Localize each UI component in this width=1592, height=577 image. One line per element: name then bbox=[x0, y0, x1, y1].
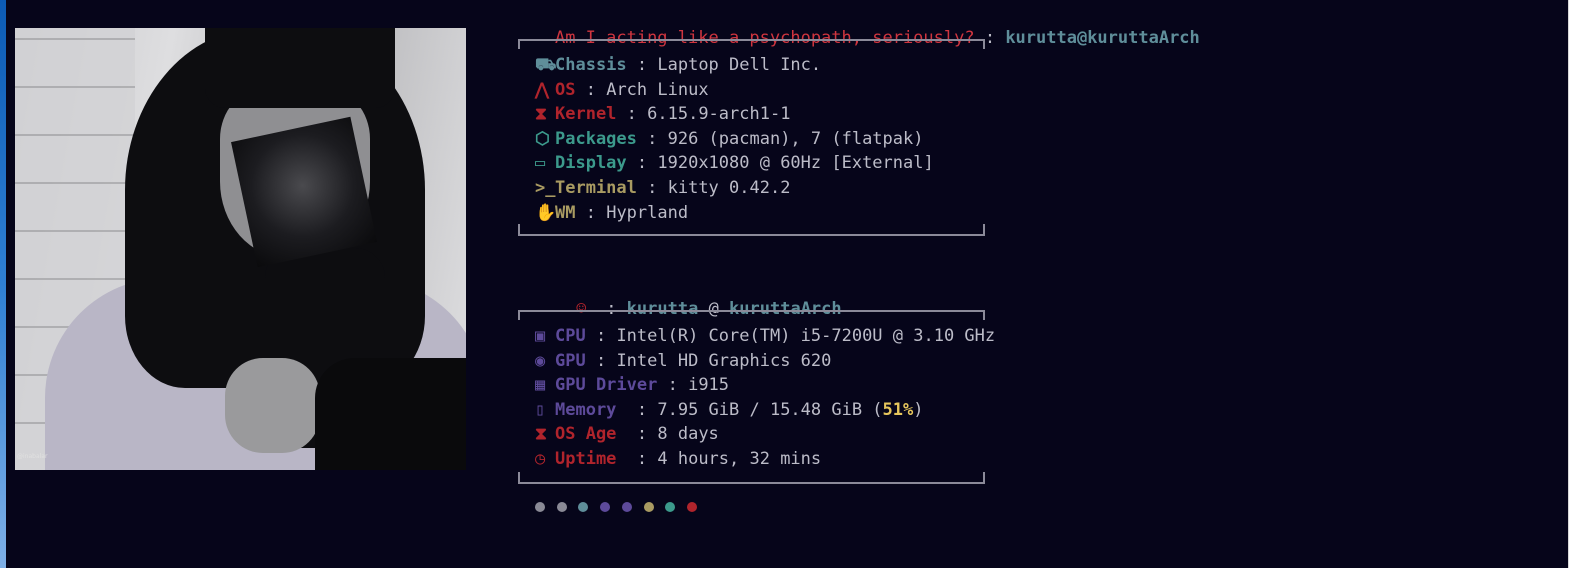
section1-row: ⧗ Kernel : 6.15.9-arch1-1 bbox=[535, 103, 790, 125]
row-label: GPU bbox=[555, 350, 586, 371]
section2-row: ▣ CPU : Intel(R) Core(TM) i5-7200U @ 3.10… bbox=[535, 325, 995, 347]
section2-row: ◷ Uptime : 4 hours, 32 mins bbox=[535, 448, 821, 470]
prompt-userhost: kurutta@kuruttaArch bbox=[1005, 28, 1200, 48]
row-separator: : bbox=[575, 79, 607, 100]
row-value: 4 hours, 32 mins bbox=[657, 449, 822, 469]
arch-logo-icon: ⋀ bbox=[535, 79, 549, 100]
hand-icon: ✋ bbox=[535, 202, 557, 223]
palette-dot bbox=[686, 502, 697, 512]
row-label: GPU Driver bbox=[555, 375, 658, 396]
row-label: Uptime bbox=[555, 449, 627, 469]
row-separator: : bbox=[657, 375, 689, 396]
palette-dot bbox=[578, 502, 589, 512]
row-separator: : bbox=[626, 424, 658, 445]
section2-row: ◉ GPU : Intel HD Graphics 620 bbox=[535, 350, 831, 372]
section1-row: >_Terminal : kitty 0.42.2 bbox=[535, 177, 790, 199]
row-separator: : bbox=[575, 202, 607, 223]
hourglass-icon: ⧗ bbox=[535, 104, 547, 125]
row-separator: : bbox=[585, 350, 617, 371]
row-label: Terminal bbox=[555, 178, 637, 198]
row-value: 8 days bbox=[657, 424, 719, 445]
row-value: 6.15.9-arch1-1 bbox=[647, 104, 791, 125]
row-label: Chassis bbox=[555, 55, 627, 75]
row-value: Laptop Dell Inc. bbox=[657, 55, 822, 75]
cpu-icon: ▣ bbox=[535, 326, 546, 346]
terminal-icon: >_ bbox=[535, 178, 556, 198]
row-separator: : bbox=[626, 399, 658, 420]
package-icon: ⬡ bbox=[535, 128, 550, 149]
row-separator: : bbox=[626, 449, 658, 469]
section1-row: ▭ Display : 1920x1080 @ 60Hz [External] bbox=[535, 152, 934, 174]
palette-dot bbox=[665, 502, 676, 512]
gamepad-icon: ◉ bbox=[535, 350, 546, 371]
monitor-icon: ▭ bbox=[535, 153, 546, 174]
section2-row: ▦ GPU Driver : i915 bbox=[535, 374, 729, 396]
box2-bottom-border bbox=[518, 482, 985, 484]
palette-dot bbox=[535, 502, 545, 512]
row-label: Memory bbox=[555, 399, 627, 420]
row-label: CPU bbox=[555, 326, 586, 346]
memory-icon: ▯ bbox=[535, 399, 546, 420]
row-label: Kernel bbox=[555, 104, 617, 125]
row-value: Intel(R) Core(TM) i5-7200U @ 3.10 GHz bbox=[616, 326, 996, 346]
hourglass-icon: ⧗ bbox=[535, 424, 547, 445]
section2-row: ⧗ OS Age : 8 days bbox=[535, 423, 719, 445]
chassis-icon: ⛟ bbox=[535, 55, 557, 75]
memory-percent: 51% bbox=[882, 399, 914, 420]
row-label: Display bbox=[555, 153, 627, 174]
row-label: OS Age bbox=[555, 424, 627, 445]
row-label: Packages bbox=[555, 128, 637, 149]
row-value: Arch Linux bbox=[606, 79, 709, 100]
palette-dot bbox=[600, 502, 611, 512]
photo-credit: @inabalar bbox=[17, 453, 48, 460]
row-label: OS bbox=[555, 79, 576, 100]
row-separator: : bbox=[626, 55, 658, 75]
section1-row: ✋WM : Hyprland bbox=[535, 202, 688, 224]
row-value: 926 (pacman), 7 (flatpak) bbox=[667, 128, 924, 149]
section1-row: ⋀ OS : Arch Linux bbox=[535, 79, 709, 101]
desktop-edge bbox=[0, 0, 6, 568]
row-separator: : bbox=[585, 326, 617, 346]
row-value: Intel HD Graphics 620 bbox=[616, 350, 832, 371]
box1-bottom-border bbox=[518, 234, 985, 236]
timer-icon: ◷ bbox=[535, 449, 546, 469]
section2-row: ▯ Memory : 7.95 GiB / 15.48 GiB (51%) bbox=[535, 399, 924, 421]
scrollbar[interactable] bbox=[1568, 0, 1592, 568]
profile-image: @inabalar bbox=[15, 28, 466, 470]
row-value: Hyprland bbox=[606, 202, 689, 223]
palette-dot bbox=[621, 502, 632, 512]
row-label: WM bbox=[555, 202, 576, 223]
row-value-end: ) bbox=[913, 399, 924, 420]
row-separator: : bbox=[616, 104, 648, 125]
palette-dot bbox=[556, 502, 567, 512]
row-value: i915 bbox=[688, 375, 730, 396]
row-value: 7.95 GiB / 15.48 GiB ( bbox=[657, 399, 883, 420]
row-separator: : bbox=[636, 178, 668, 198]
row-separator: : bbox=[626, 153, 658, 174]
row-value: kitty 0.42.2 bbox=[667, 178, 791, 198]
palette-dot bbox=[643, 502, 654, 512]
grid-icon: ▦ bbox=[535, 375, 546, 396]
section1-row: ⬡ Packages : 926 (pacman), 7 (flatpak) bbox=[535, 128, 923, 150]
row-separator: : bbox=[636, 128, 668, 149]
terminal-window[interactable]: @inabalar Am I acting like a psychopath,… bbox=[0, 0, 1568, 568]
row-value: 1920x1080 @ 60Hz [External] bbox=[657, 153, 934, 174]
section1-row: ⛟Chassis : Laptop Dell Inc. bbox=[535, 54, 821, 76]
